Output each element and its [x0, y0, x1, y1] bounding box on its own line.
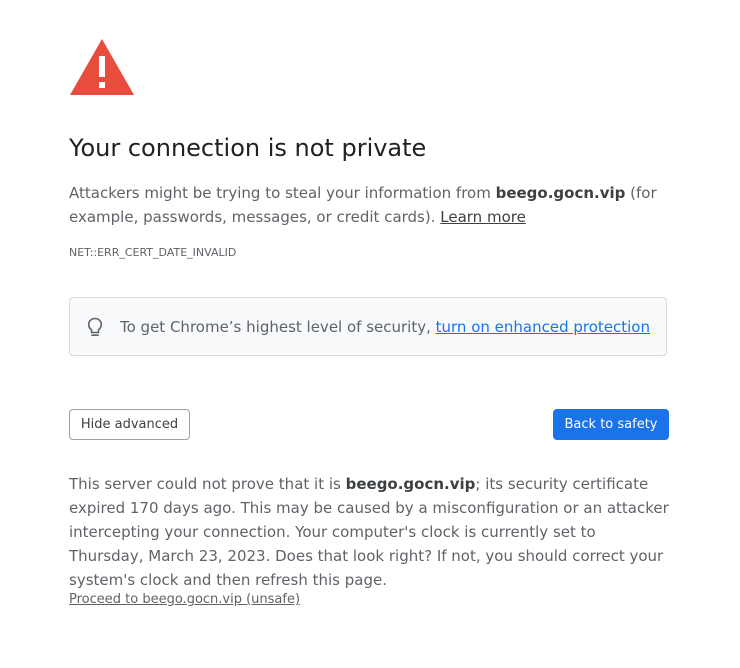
details-domain: beego.gocn.vip [345, 475, 476, 493]
lightbulb-icon [87, 317, 103, 337]
hide-advanced-button[interactable]: Hide advanced [69, 409, 190, 440]
warning-triangle-icon [70, 39, 134, 95]
explanation-text: Attackers might be trying to steal your … [69, 181, 669, 229]
learn-more-link[interactable]: Learn more [440, 208, 526, 226]
proceed-unsafe-link[interactable]: Proceed to beego.gocn.vip (unsafe) [69, 592, 300, 607]
explanation-text-before: Attackers might be trying to steal your … [69, 184, 496, 202]
error-code: NET::ERR_CERT_DATE_INVALID [69, 246, 237, 259]
explanation-domain: beego.gocn.vip [495, 184, 626, 202]
page-title: Your connection is not private [69, 134, 427, 162]
tip-label: To get Chrome’s highest level of securit… [120, 318, 436, 336]
enhanced-protection-tip: To get Chrome’s highest level of securit… [69, 297, 667, 356]
tip-text: To get Chrome’s highest level of securit… [120, 317, 650, 337]
back-to-safety-button[interactable]: Back to safety [553, 409, 669, 440]
enhanced-protection-link[interactable]: turn on enhanced protection [436, 318, 650, 336]
advanced-details-text: This server could not prove that it is b… [69, 472, 669, 592]
details-text-before: This server could not prove that it is [69, 475, 346, 493]
